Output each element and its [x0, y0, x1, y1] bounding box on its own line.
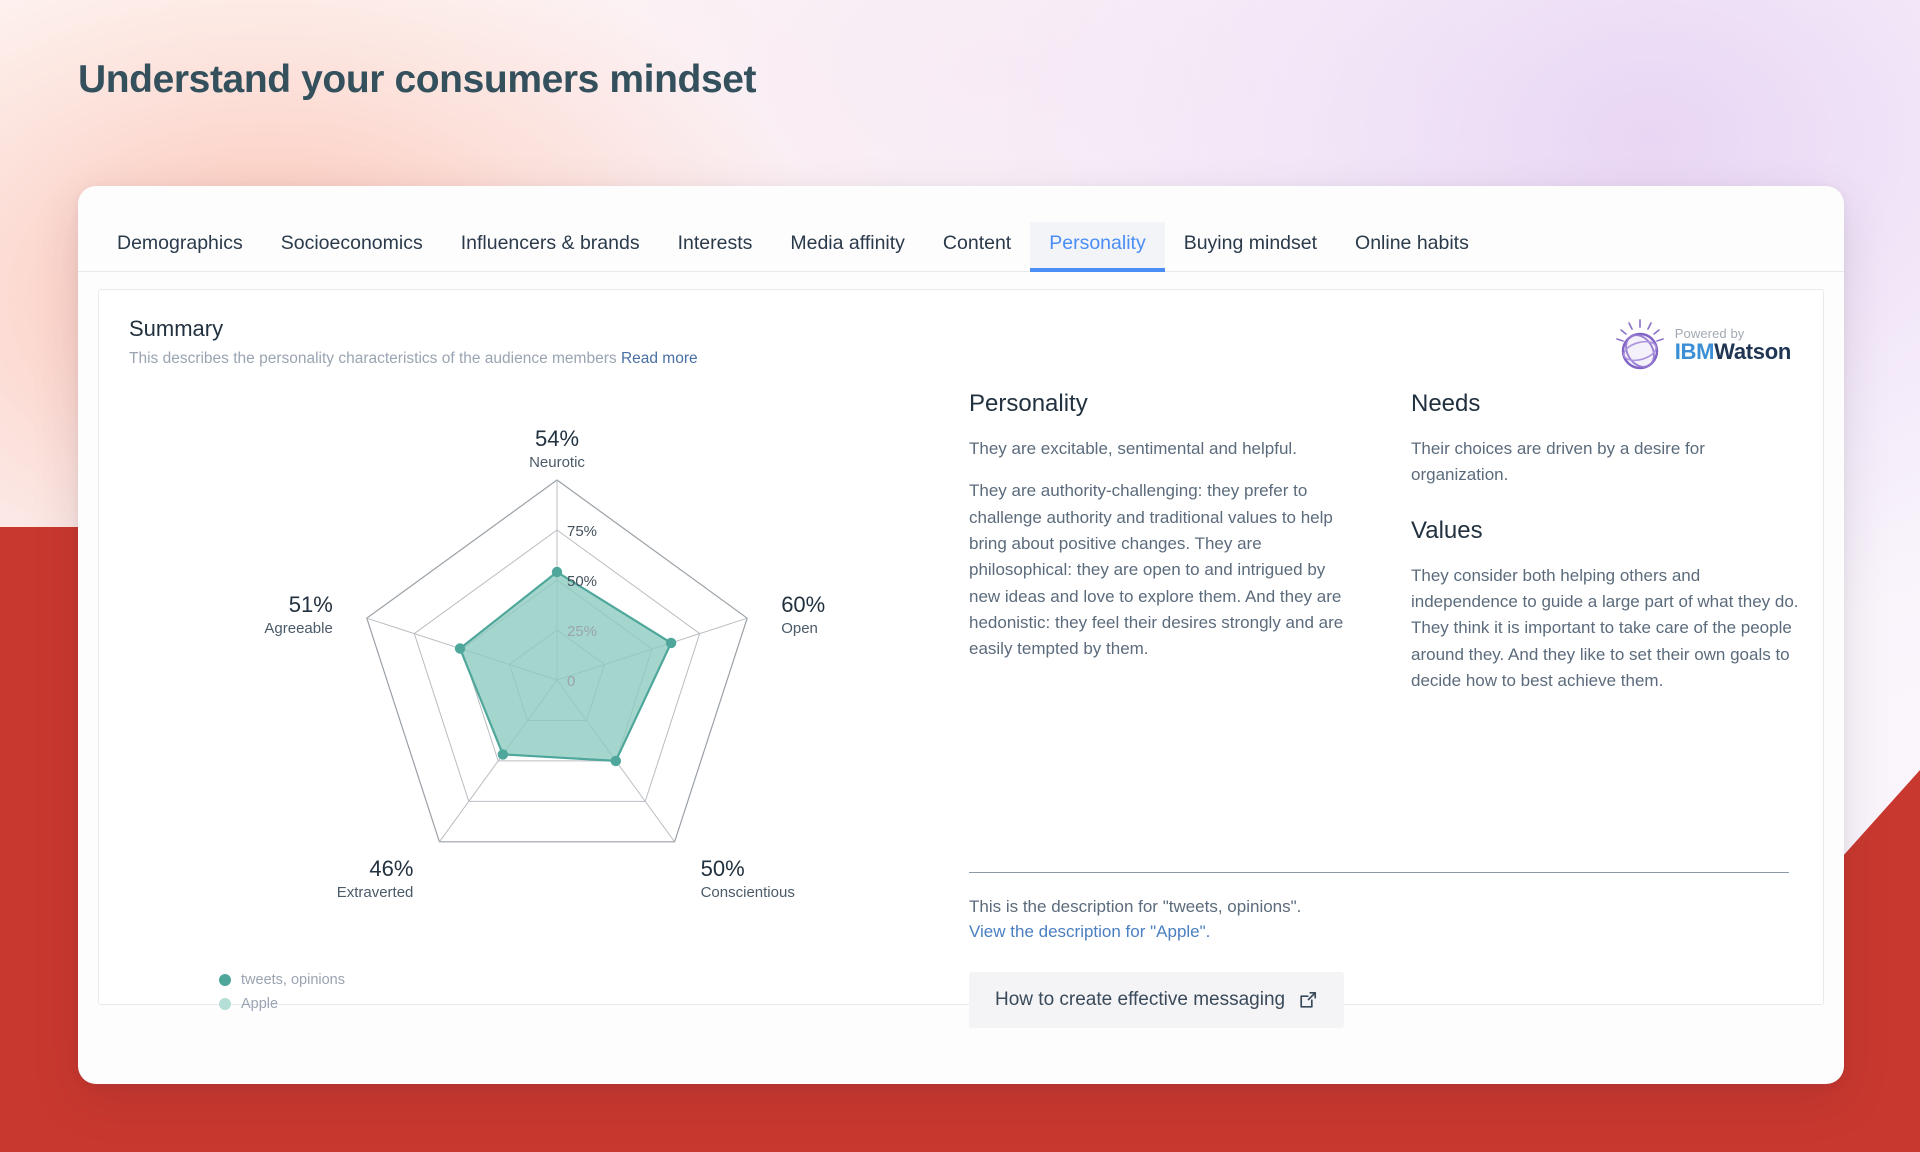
- radar-value-label: 46%: [369, 856, 413, 881]
- radar-radial-tick: 25%: [567, 623, 597, 640]
- values-paragraph: They consider both helping others and in…: [1411, 565, 1799, 691]
- ibm-watson-logo: Powered by IBMWatson: [1613, 318, 1791, 372]
- tab-personality[interactable]: Personality: [1030, 221, 1166, 273]
- radar-chart-svg: 0 25% 50% 75% 54% Neurotic 60% Open 50% Conscient…: [264, 426, 825, 901]
- tab-interests[interactable]: Interests: [659, 222, 772, 271]
- personality-column: Personality They are excitable, sentimen…: [969, 390, 1359, 710]
- radar-value-label: 51%: [289, 592, 333, 617]
- radar-value-label: 54%: [535, 426, 579, 451]
- tab-content[interactable]: Content: [924, 222, 1030, 271]
- radar-category-label: Neurotic: [529, 454, 585, 471]
- watson-ibm-text: IBM: [1674, 339, 1715, 365]
- chart-legend: tweets, opinions Apple: [219, 972, 345, 1020]
- radar-radial-tick: 0: [567, 673, 575, 690]
- summary-description: This describes the personality character…: [129, 350, 698, 368]
- main-card: Demographics Socioeconomics Influencers & …: [78, 186, 1844, 1084]
- tab-label: Online habits: [1355, 231, 1469, 254]
- panel-footer: This is the description for "tweets, opi…: [969, 872, 1789, 1029]
- watson-watson-text: Watson: [1714, 339, 1791, 365]
- tab-demographics[interactable]: Demographics: [98, 222, 262, 271]
- tab-label: Socioeconomics: [280, 231, 423, 254]
- radar-radial-tick: 50%: [567, 573, 597, 590]
- external-link-icon: [1300, 992, 1317, 1008]
- legend-label: Apple: [241, 996, 279, 1012]
- tab-bar: Demographics Socioeconomics Influencers & …: [78, 186, 1844, 273]
- watson-orb-icon: [1615, 319, 1664, 370]
- radar-data-point[interactable]: [665, 637, 677, 649]
- watson-brand: IBMWatson: [1674, 339, 1792, 365]
- tab-buying-mindset[interactable]: Buying mindset: [1165, 222, 1336, 271]
- messaging-button-label: How to create effective messaging: [995, 989, 1286, 1011]
- footer-divider: [969, 872, 1789, 873]
- radar-value-label: 60%: [781, 592, 825, 617]
- radar-chart: 0 25% 50% 75% 54% Neurotic 60% Open 50% Conscient…: [119, 390, 969, 1012]
- read-more-link[interactable]: Read more: [621, 350, 698, 367]
- radar-category-label: Agreeable: [264, 620, 332, 637]
- radar-series-polygon: [458, 570, 673, 762]
- radar-data-point[interactable]: [551, 566, 563, 578]
- radar-data-point[interactable]: [610, 755, 621, 767]
- how-to-create-effective-messaging-button[interactable]: How to create effective messaging: [969, 972, 1345, 1029]
- tab-label: Influencers & brands: [460, 231, 640, 254]
- watson-powered-by: Powered by: [1674, 325, 1745, 341]
- tab-media-affinity[interactable]: Media affinity: [771, 222, 924, 271]
- watson-wordmark: Powered by IBMWatson: [1674, 325, 1792, 365]
- radar-data-point[interactable]: [454, 643, 466, 654]
- tab-socioeconomics[interactable]: Socioeconomics: [262, 222, 442, 271]
- radar-data-point[interactable]: [497, 749, 509, 760]
- tab-label: Personality: [1049, 231, 1146, 254]
- tab-online-habits[interactable]: Online habits: [1336, 222, 1488, 271]
- needs-values-column: Needs Their choices are driven by a desi…: [1411, 390, 1801, 710]
- needs-paragraph: Their choices are driven by a desire for…: [1411, 439, 1705, 485]
- values-heading: Values: [1411, 516, 1483, 544]
- summary-title: Summary: [129, 316, 224, 341]
- radar-category-label: Open: [781, 620, 818, 637]
- insight-columns: Personality They are excitable, sentimen…: [969, 390, 1801, 710]
- legend-color-dot: [219, 974, 231, 986]
- radar-radial-tick: 75%: [567, 523, 597, 540]
- radar-value-label: 50%: [701, 856, 745, 881]
- legend-label: tweets, opinions: [241, 972, 345, 988]
- tab-label: Media affinity: [790, 231, 905, 254]
- personality-paragraph-2: They are authority-challenging: they pre…: [969, 481, 1344, 659]
- tab-label: Interests: [677, 231, 753, 254]
- legend-item[interactable]: tweets, opinions: [219, 972, 345, 988]
- view-other-description-link[interactable]: View the description for "Apple".: [969, 922, 1210, 941]
- footer-description: This is the description for "tweets, opi…: [969, 897, 1302, 916]
- summary-header: Summary This describes the personality c…: [129, 316, 698, 368]
- page-title: Understand your consumers mindset: [78, 58, 757, 101]
- tab-label: Content: [942, 231, 1012, 254]
- personality-heading: Personality: [969, 390, 1088, 417]
- personality-paragraph-1: They are excitable, sentimental and help…: [969, 439, 1297, 458]
- radar-category-label: Conscientious: [701, 884, 795, 901]
- tab-influencers-brands[interactable]: Influencers & brands: [442, 222, 659, 271]
- legend-item[interactable]: Apple: [219, 996, 345, 1012]
- tab-label: Buying mindset: [1183, 231, 1318, 254]
- radar-category-label: Extraverted: [337, 884, 414, 901]
- legend-color-dot: [219, 998, 231, 1010]
- personality-panel: Summary This describes the personality c…: [98, 289, 1824, 1029]
- tab-label: Demographics: [117, 231, 243, 254]
- needs-heading: Needs: [1411, 390, 1481, 417]
- summary-description-text: This describes the personality character…: [129, 350, 617, 367]
